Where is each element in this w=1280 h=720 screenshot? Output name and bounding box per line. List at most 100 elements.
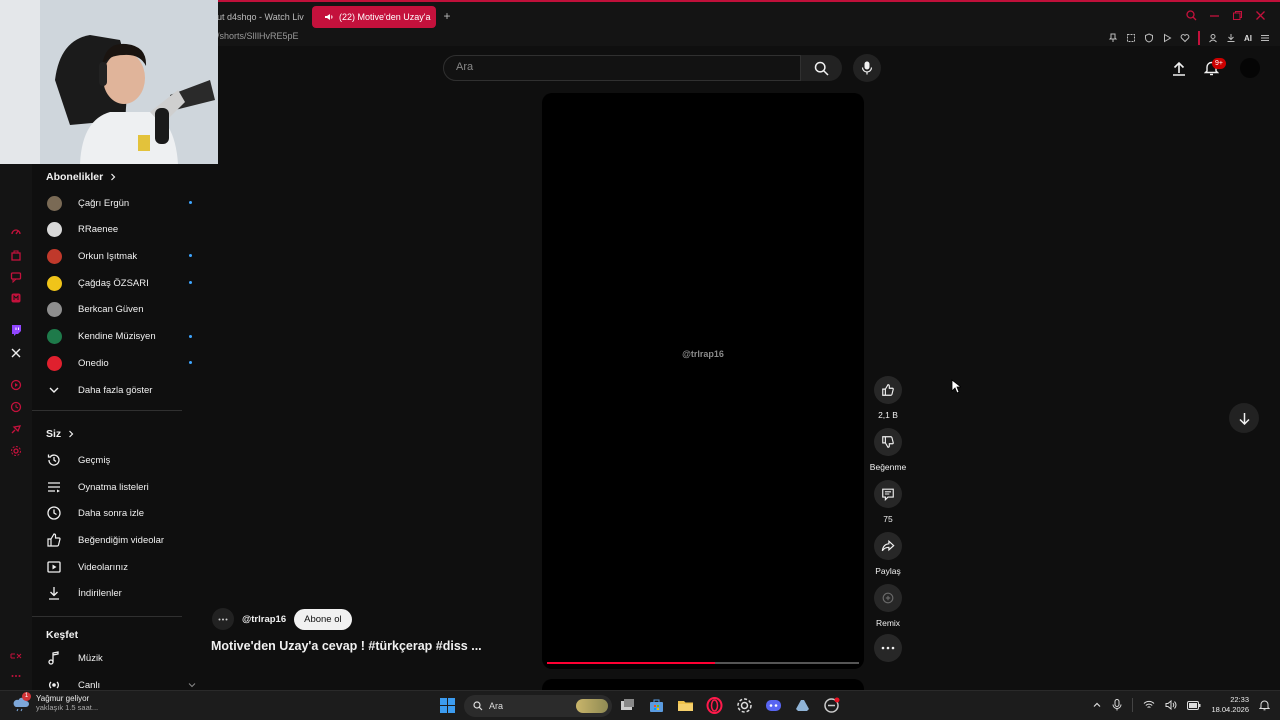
ai-button[interactable]: AI — [1244, 34, 1252, 43]
app-icon[interactable] — [823, 697, 840, 714]
channel-avatar — [46, 222, 62, 238]
task-view-icon[interactable] — [619, 697, 636, 714]
search-button[interactable] — [801, 55, 842, 81]
chevron-up-icon[interactable] — [1092, 700, 1102, 710]
sidebar-item-your-videos[interactable]: Videolarınız — [46, 555, 196, 579]
shield-icon[interactable] — [1144, 33, 1154, 43]
snapshot-icon[interactable] — [1126, 33, 1136, 43]
search-icon[interactable] — [1186, 10, 1197, 21]
explore-header: Keşfet — [46, 629, 78, 641]
player-icon[interactable] — [10, 379, 22, 391]
opera-gx-icon[interactable] — [706, 697, 723, 714]
menu-icon[interactable] — [1260, 33, 1270, 43]
bag-icon[interactable] — [10, 249, 22, 261]
pinboard-icon[interactable] — [10, 423, 22, 435]
weather-title: Yağmur geliyor — [36, 694, 90, 703]
taskbar: 1 Yağmur geliyor yaklaşık 1.5 saat... Ar… — [0, 690, 1280, 720]
store-icon[interactable] — [648, 697, 665, 714]
browser-tab[interactable]: ut d4shqo - Watch Liv — [210, 6, 308, 28]
you-header[interactable]: Siz — [46, 428, 75, 440]
account-avatar[interactable] — [1240, 58, 1260, 78]
sidebar-item-label: Oynatma listeleri — [78, 481, 149, 493]
sidebar-item-music[interactable]: Müzik — [46, 646, 196, 670]
minimize-icon[interactable] — [1209, 10, 1220, 21]
video-title[interactable]: Motive'den Uzay'a cevap ! #türkçerap #di… — [211, 639, 482, 653]
next-video-button[interactable] — [1229, 403, 1259, 433]
restore-icon[interactable] — [1232, 10, 1243, 21]
share-icon — [874, 532, 902, 560]
file-explorer-icon[interactable] — [677, 697, 694, 714]
avatar — [46, 302, 62, 318]
comment-icon — [874, 480, 902, 508]
sidebar-item-playlists[interactable]: Oynatma listeleri — [46, 475, 196, 499]
more-actions-button[interactable] — [868, 634, 908, 662]
microphone-icon[interactable] — [1112, 699, 1122, 711]
share-button[interactable]: Paylaş — [868, 532, 908, 576]
sidebar-item-subscription[interactable]: Berkcan Güven — [46, 298, 196, 322]
wifi-icon[interactable] — [1143, 700, 1155, 710]
divider — [1132, 698, 1134, 712]
more-horizontal-icon — [218, 618, 228, 620]
close-icon[interactable] — [1255, 10, 1266, 21]
progress-bar[interactable] — [547, 662, 859, 664]
steam-icon[interactable] — [794, 697, 811, 714]
new-content-dot — [189, 281, 192, 285]
search-bar[interactable]: Ara — [443, 55, 801, 81]
speed-dial-icon[interactable] — [10, 226, 22, 238]
remix-button[interactable]: Remix — [868, 584, 908, 628]
voice-search-button[interactable] — [853, 54, 881, 82]
upload-button[interactable] — [1168, 57, 1190, 79]
thumbs-up-icon — [874, 376, 902, 404]
sidebar-item-subscription[interactable]: Çağrı Ergün — [46, 191, 196, 215]
settings-icon[interactable] — [10, 445, 22, 457]
sidebar-item-watch-later[interactable]: Daha sonra izle — [46, 501, 196, 525]
pin-icon[interactable] — [1108, 33, 1118, 43]
sidebar-item-subscription[interactable]: Çağdaş ÖZSARI — [46, 271, 196, 295]
sidebar-item-subscription[interactable]: Onedio — [46, 351, 196, 375]
windows-start-icon[interactable] — [439, 697, 456, 714]
heart-icon[interactable] — [1180, 33, 1190, 43]
new-content-dot — [189, 201, 192, 204]
messenger-icon[interactable] — [10, 292, 22, 304]
sidebar-item-subscription[interactable]: Kendine Müzisyen — [46, 325, 196, 349]
taskbar-search[interactable]: Ara — [464, 695, 612, 717]
new-tab-button[interactable]: + — [440, 9, 454, 23]
weather-subtitle: yaklaşık 1.5 saat... — [36, 703, 99, 712]
like-button[interactable]: 2,1 B — [868, 376, 908, 420]
show-more-button[interactable]: Daha fazla göster — [46, 378, 196, 402]
sidebar-item-history[interactable]: Geçmiş — [46, 448, 196, 472]
subscribe-button[interactable]: Abone ol — [294, 608, 352, 630]
chat-icon[interactable] — [10, 271, 22, 283]
subscriptions-header[interactable]: Abonelikler — [46, 171, 117, 183]
comments-button[interactable]: 75 — [868, 480, 908, 524]
sidebar-item-subscription[interactable]: Orkun Işıtmak — [46, 244, 196, 268]
dislike-button[interactable]: Beğenme — [868, 428, 908, 472]
browser-tab-active[interactable]: (22) Motive'den Uzay'a — [312, 6, 436, 28]
x-icon[interactable] — [10, 347, 22, 359]
play-icon[interactable] — [1162, 33, 1172, 43]
notification-bell-icon[interactable] — [1259, 699, 1270, 711]
sidebar-item-liked-videos[interactable]: Beğendiğim videolar — [46, 528, 196, 552]
explore-title: Keşfet — [46, 629, 79, 641]
profile-icon[interactable] — [1208, 33, 1218, 43]
sidebar-item-downloads[interactable]: İndirilenler — [46, 581, 196, 605]
channel-avatar[interactable] — [212, 608, 234, 630]
battery-icon[interactable] — [1187, 700, 1201, 710]
settings-app-icon[interactable] — [736, 697, 753, 714]
shorts-player[interactable]: @trlrap16 — [542, 93, 864, 669]
volume-icon[interactable] — [1165, 700, 1177, 710]
search-input[interactable]: Ara — [456, 61, 473, 73]
more-icon[interactable] — [10, 670, 22, 682]
system-clock[interactable]: 22:33 18.04.2026 — [1211, 695, 1249, 715]
gx-icon[interactable] — [10, 650, 22, 662]
upload-icon — [1173, 61, 1185, 76]
url-field[interactable]: /shorts/SlIlHvRE5pE — [217, 31, 299, 41]
discord-icon[interactable] — [765, 697, 782, 714]
history-icon[interactable] — [10, 401, 22, 413]
new-content-dot — [189, 361, 192, 365]
channel-name[interactable]: @trlrap16 — [242, 614, 286, 625]
weather-widget[interactable]: 1 Yağmur geliyor yaklaşık 1.5 saat... — [12, 692, 99, 712]
twitch-icon[interactable] — [10, 324, 22, 336]
sidebar-item-subscription[interactable]: RRaenee — [46, 218, 196, 242]
download-icon[interactable] — [1226, 33, 1236, 43]
